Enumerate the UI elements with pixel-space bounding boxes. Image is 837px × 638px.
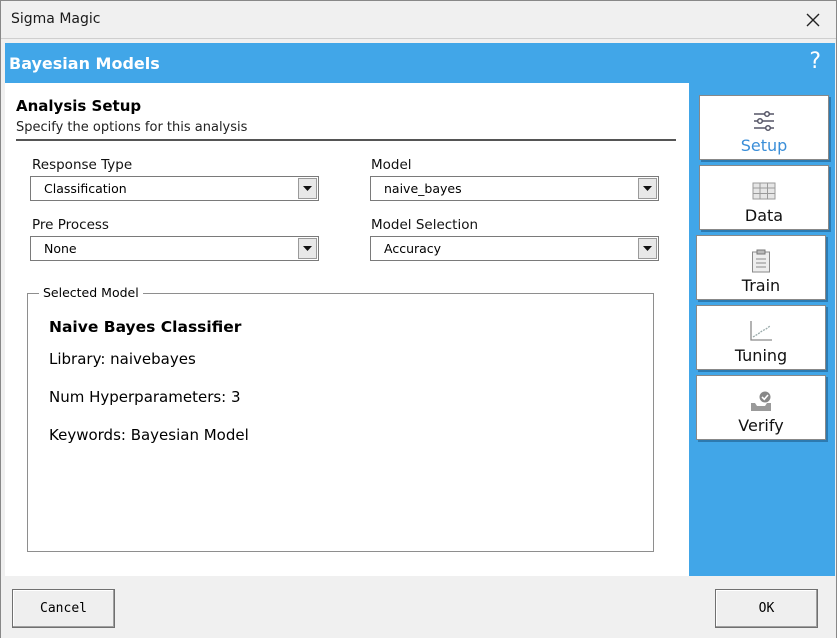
model-keywords: Keywords: Bayesian Model bbox=[49, 426, 249, 444]
window-title: Sigma Magic bbox=[11, 11, 101, 27]
ok-button[interactable]: OK bbox=[715, 589, 818, 628]
check-badge-icon bbox=[748, 388, 774, 414]
model-label: Model bbox=[371, 157, 412, 173]
response-type-label: Response Type bbox=[32, 157, 133, 173]
section-title: Analysis Setup bbox=[16, 97, 142, 115]
nav-verify-button[interactable]: Verify bbox=[696, 375, 826, 440]
close-button[interactable] bbox=[790, 1, 836, 39]
banner-title: Bayesian Models bbox=[9, 54, 160, 73]
nav-label: Train bbox=[741, 276, 781, 295]
nav-tuning-button[interactable]: Tuning bbox=[696, 305, 826, 370]
close-icon bbox=[806, 13, 820, 27]
model-selection-select[interactable]: Accuracy bbox=[370, 236, 659, 261]
model-selection-value: Accuracy bbox=[384, 241, 442, 256]
clipboard-icon bbox=[748, 248, 774, 274]
dialog-window: Sigma Magic Bayesian Models ? Analysis S… bbox=[0, 0, 837, 638]
dropdown-arrow-icon[interactable] bbox=[298, 238, 317, 259]
dropdown-arrow-icon[interactable] bbox=[638, 178, 657, 199]
help-button[interactable]: ? bbox=[809, 49, 821, 74]
group-legend: Selected Model bbox=[39, 285, 143, 300]
pre-process-label: Pre Process bbox=[32, 217, 109, 233]
section-subtitle: Specify the options for this analysis bbox=[16, 120, 248, 135]
response-type-value: Classification bbox=[44, 181, 127, 196]
nav-sidebar: Setup Data Train Tuning Verify bbox=[689, 83, 835, 576]
nav-label: Verify bbox=[738, 416, 784, 435]
main-panel: Analysis Setup Specify the options for t… bbox=[5, 83, 689, 576]
model-library: Library: naivebayes bbox=[49, 350, 196, 368]
nav-label: Setup bbox=[740, 136, 788, 155]
table-icon bbox=[751, 178, 777, 204]
dropdown-arrow-icon[interactable] bbox=[638, 238, 657, 259]
cancel-button[interactable]: Cancel bbox=[12, 589, 115, 628]
model-name: Naive Bayes Classifier bbox=[49, 318, 242, 336]
response-type-select[interactable]: Classification bbox=[30, 176, 319, 201]
model-hyperparameters: Num Hyperparameters: 3 bbox=[49, 388, 241, 406]
nav-train-button[interactable]: Train bbox=[696, 235, 826, 300]
selected-model-group: Selected Model Naive Bayes Classifier Li… bbox=[27, 285, 654, 552]
model-select[interactable]: naive_bayes bbox=[370, 176, 659, 201]
model-value: naive_bayes bbox=[384, 181, 462, 196]
nav-data-button[interactable]: Data bbox=[699, 165, 829, 230]
nav-setup-button[interactable]: Setup bbox=[699, 95, 829, 160]
pre-process-value: None bbox=[44, 241, 77, 256]
footer-bar: Cancel OK bbox=[1, 576, 836, 638]
line-chart-icon bbox=[748, 318, 774, 344]
nav-label: Tuning bbox=[734, 346, 788, 365]
sliders-icon bbox=[751, 108, 777, 134]
pre-process-select[interactable]: None bbox=[30, 236, 319, 261]
header-banner: Bayesian Models ? bbox=[5, 43, 835, 83]
model-selection-label: Model Selection bbox=[371, 217, 479, 233]
section-divider bbox=[16, 139, 676, 141]
title-bar: Sigma Magic bbox=[1, 1, 836, 39]
nav-label: Data bbox=[744, 206, 784, 225]
dropdown-arrow-icon[interactable] bbox=[298, 178, 317, 199]
